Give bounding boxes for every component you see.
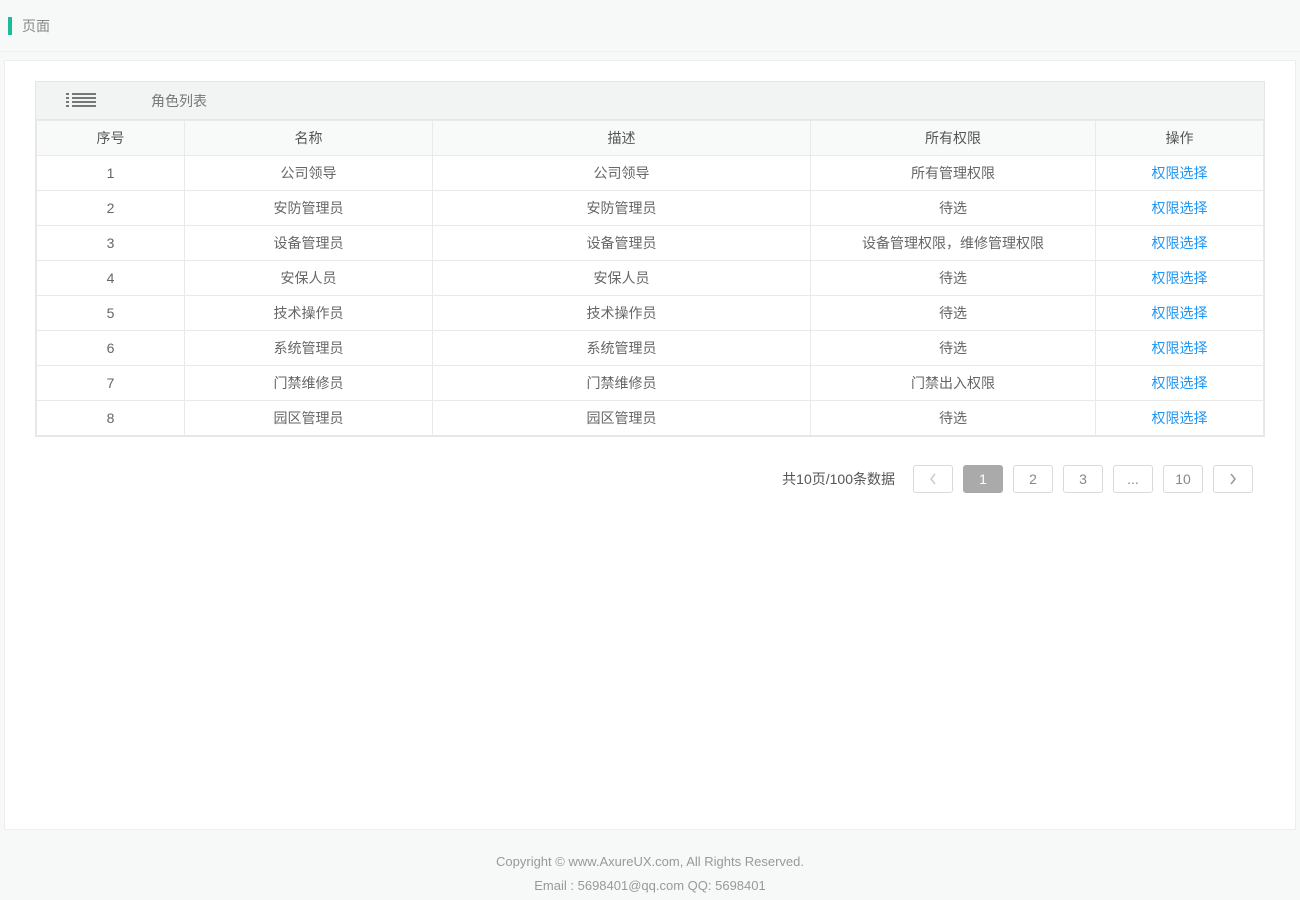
page-title: 页面 — [22, 16, 50, 36]
permission-select-link[interactable]: 权限选择 — [1152, 270, 1208, 286]
cell-name: 安防管理员 — [185, 191, 433, 226]
cell-action: 权限选择 — [1096, 261, 1264, 296]
cell-perm: 待选 — [811, 331, 1096, 366]
table-row: 6系统管理员系统管理员待选权限选择 — [37, 331, 1264, 366]
cell-index: 8 — [37, 401, 185, 436]
prev-page-button[interactable] — [913, 465, 953, 493]
permission-select-link[interactable]: 权限选择 — [1152, 410, 1208, 426]
cell-index: 1 — [37, 156, 185, 191]
table-row: 2安防管理员安防管理员待选权限选择 — [37, 191, 1264, 226]
cell-perm: 设备管理权限，维修管理权限 — [811, 226, 1096, 261]
cell-name: 门禁维修员 — [185, 366, 433, 401]
cell-perm: 所有管理权限 — [811, 156, 1096, 191]
th-perm: 所有权限 — [811, 121, 1096, 156]
pagination: 共10页/100条数据 1 2 3 ... 10 — [35, 437, 1265, 493]
th-name: 名称 — [185, 121, 433, 156]
th-index: 序号 — [37, 121, 185, 156]
page-ellipsis: ... — [1113, 465, 1153, 493]
cell-action: 权限选择 — [1096, 226, 1264, 261]
cell-desc: 安保人员 — [433, 261, 811, 296]
next-page-button[interactable] — [1213, 465, 1253, 493]
cell-action: 权限选择 — [1096, 331, 1264, 366]
cell-action: 权限选择 — [1096, 191, 1264, 226]
page-2-button[interactable]: 2 — [1013, 465, 1053, 493]
cell-name: 系统管理员 — [185, 331, 433, 366]
cell-action: 权限选择 — [1096, 401, 1264, 436]
cell-index: 3 — [37, 226, 185, 261]
permission-select-link[interactable]: 权限选择 — [1152, 340, 1208, 356]
permission-select-link[interactable]: 权限选择 — [1152, 305, 1208, 321]
table-row: 3设备管理员设备管理员设备管理权限，维修管理权限权限选择 — [37, 226, 1264, 261]
footer-copyright: Copyright © www.AxureUX.com, All Rights … — [0, 850, 1300, 874]
table-row: 1公司领导公司领导所有管理权限权限选择 — [37, 156, 1264, 191]
role-panel: 角色列表 序号 名称 描述 所有权限 操作 1公司领导公司领导所有管理权限权限选… — [35, 81, 1265, 437]
th-desc: 描述 — [433, 121, 811, 156]
top-bar: 页面 — [0, 0, 1300, 52]
cell-desc: 公司领导 — [433, 156, 811, 191]
cell-index: 7 — [37, 366, 185, 401]
main-content: 角色列表 序号 名称 描述 所有权限 操作 1公司领导公司领导所有管理权限权限选… — [4, 60, 1296, 830]
table-row: 4安保人员安保人员待选权限选择 — [37, 261, 1264, 296]
cell-perm: 待选 — [811, 401, 1096, 436]
list-icon — [66, 93, 96, 109]
cell-action: 权限选择 — [1096, 296, 1264, 331]
cell-perm: 待选 — [811, 261, 1096, 296]
cell-name: 技术操作员 — [185, 296, 433, 331]
cell-name: 园区管理员 — [185, 401, 433, 436]
cell-index: 2 — [37, 191, 185, 226]
panel-header: 角色列表 — [36, 82, 1264, 120]
cell-desc: 园区管理员 — [433, 401, 811, 436]
cell-action: 权限选择 — [1096, 156, 1264, 191]
table-row: 7门禁维修员门禁维修员门禁出入权限权限选择 — [37, 366, 1264, 401]
cell-index: 6 — [37, 331, 185, 366]
cell-desc: 系统管理员 — [433, 331, 811, 366]
th-action: 操作 — [1096, 121, 1264, 156]
page-10-button[interactable]: 10 — [1163, 465, 1203, 493]
footer: Copyright © www.AxureUX.com, All Rights … — [0, 830, 1300, 898]
table-row: 5技术操作员技术操作员待选权限选择 — [37, 296, 1264, 331]
page-3-button[interactable]: 3 — [1063, 465, 1103, 493]
permission-select-link[interactable]: 权限选择 — [1152, 200, 1208, 216]
cell-desc: 设备管理员 — [433, 226, 811, 261]
table-header-row: 序号 名称 描述 所有权限 操作 — [37, 121, 1264, 156]
footer-contact: Email : 5698401@qq.com QQ: 5698401 — [0, 874, 1300, 898]
cell-name: 公司领导 — [185, 156, 433, 191]
cell-desc: 安防管理员 — [433, 191, 811, 226]
cell-perm: 待选 — [811, 191, 1096, 226]
role-table: 序号 名称 描述 所有权限 操作 1公司领导公司领导所有管理权限权限选择2安防管… — [36, 120, 1264, 436]
pagination-info: 共10页/100条数据 — [782, 469, 895, 489]
permission-select-link[interactable]: 权限选择 — [1152, 375, 1208, 391]
table-row: 8园区管理员园区管理员待选权限选择 — [37, 401, 1264, 436]
cell-desc: 技术操作员 — [433, 296, 811, 331]
cell-index: 5 — [37, 296, 185, 331]
page-1-button[interactable]: 1 — [963, 465, 1003, 493]
cell-name: 安保人员 — [185, 261, 433, 296]
cell-index: 4 — [37, 261, 185, 296]
cell-name: 设备管理员 — [185, 226, 433, 261]
cell-perm: 门禁出入权限 — [811, 366, 1096, 401]
cell-desc: 门禁维修员 — [433, 366, 811, 401]
permission-select-link[interactable]: 权限选择 — [1152, 235, 1208, 251]
accent-bar — [8, 17, 12, 35]
cell-action: 权限选择 — [1096, 366, 1264, 401]
permission-select-link[interactable]: 权限选择 — [1152, 165, 1208, 181]
cell-perm: 待选 — [811, 296, 1096, 331]
panel-title: 角色列表 — [151, 91, 207, 111]
